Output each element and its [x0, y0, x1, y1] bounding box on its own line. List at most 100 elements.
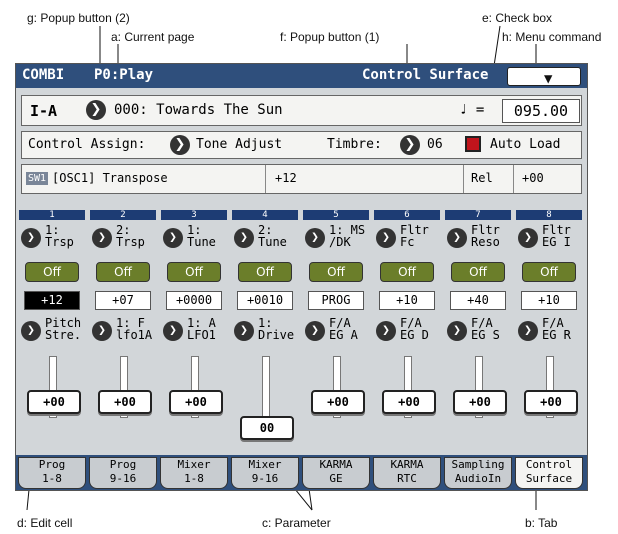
tab-1[interactable]: Prog 9-16 — [89, 457, 157, 489]
menu-command-button[interactable]: ▼ — [507, 67, 581, 87]
edit-cell[interactable]: +12 — [24, 291, 80, 310]
parameter-popup-button[interactable]: ❯ — [21, 321, 41, 341]
auto-load-label: Auto Load — [490, 137, 561, 152]
slider-knob[interactable]: +00 — [382, 390, 436, 414]
switch-button[interactable]: Off — [25, 262, 79, 282]
parameter-popup-button[interactable]: ❯ — [163, 321, 183, 341]
control-assign-label: Control Assign: — [28, 137, 146, 152]
parameter-line-2: EG S — [471, 328, 500, 342]
slider-knob[interactable]: +00 — [98, 390, 152, 414]
title-bar: COMBI P0:Play Control Surface ▼ — [16, 64, 587, 88]
bank-label: I-A — [30, 102, 58, 120]
timbre-popup-button[interactable]: ❯ — [400, 135, 420, 155]
value-cell[interactable]: +10 — [521, 291, 577, 310]
tab-6[interactable]: Sampling AudioIn — [444, 457, 512, 489]
info-param-name: [OSC1] Transpose — [52, 171, 168, 185]
tab-label-line-2: GE — [329, 472, 343, 485]
parameter-line-2: Trsp — [116, 235, 145, 249]
column-number: 8 — [516, 210, 582, 220]
tab-label-line-1: Control — [525, 458, 573, 471]
parameter-popup-button[interactable]: ❯ — [92, 321, 112, 341]
tab-bar: Prog 1-8 Prog 9-16 Mixer 1-8 Mixer 9-16 KARMA GE K… — [16, 455, 587, 490]
combi-screen: COMBI P0:Play Control Surface ▼ I-A ❯ 00… — [15, 63, 588, 491]
timbre-value: 06 — [427, 137, 443, 152]
tab-2[interactable]: Mixer 1-8 — [160, 457, 228, 489]
switch-button[interactable]: Off — [309, 262, 363, 282]
switch-button[interactable]: Off — [238, 262, 292, 282]
tab-4[interactable]: KARMA GE — [302, 457, 370, 489]
control-assign-value: Tone Adjust — [196, 137, 283, 152]
switch-button[interactable]: Off — [380, 262, 434, 282]
control-column: 8 ❯ Fltr EG I Off +10 ❯ F/A EG R +00 — [516, 210, 583, 466]
info-divider — [513, 165, 514, 193]
parameter-line-2: Fc — [400, 235, 415, 249]
parameter-popup-button[interactable]: ❯ — [518, 321, 538, 341]
info-divider — [265, 165, 266, 193]
tab-0[interactable]: Prog 1-8 — [18, 457, 86, 489]
switch-button[interactable]: Off — [96, 262, 150, 282]
mode-label: COMBI — [22, 67, 65, 83]
value-cell[interactable]: +10 — [379, 291, 435, 310]
tab-label-line-2: 9-16 — [109, 472, 137, 485]
tab-label-line-1: KARMA — [319, 458, 353, 471]
control-column: 6 ❯ Fltr Fc Off +10 ❯ F/A EG D +00 — [374, 210, 441, 466]
tab-3[interactable]: Mixer 9-16 — [231, 457, 299, 489]
slider-knob[interactable]: +00 — [453, 390, 507, 414]
switch-button[interactable]: Off — [167, 262, 221, 282]
switch-tag: SW1 — [26, 172, 49, 185]
parameter-popup-button[interactable]: ❯ — [518, 228, 538, 248]
parameter-popup-button[interactable]: ❯ — [234, 228, 254, 248]
parameter-popup-button[interactable]: ❯ — [92, 228, 112, 248]
column-number: 5 — [303, 210, 369, 220]
slider-knob[interactable]: +00 — [524, 390, 578, 414]
control-column: 4 ❯ 2: Tune Off +0010 ❯ 1: Drive 00 — [232, 210, 299, 466]
value-cell[interactable]: +0010 — [237, 291, 293, 310]
slider-knob[interactable]: 00 — [240, 416, 294, 440]
tab-label-line-2: 1-8 — [184, 472, 204, 485]
parameter-line-2: EG A — [329, 328, 358, 342]
tab-5[interactable]: KARMA RTC — [373, 457, 441, 489]
control-column: 7 ❯ Fltr Reso Off +40 ❯ F/A EG S +00 — [445, 210, 512, 466]
parameter-line-2: EG I — [542, 235, 571, 249]
tab-label-line-2: AudioIn — [454, 472, 502, 485]
parameter-popup-button[interactable]: ❯ — [376, 321, 396, 341]
tempo-label: ♩ = — [459, 102, 485, 118]
info-param-value: +12 — [275, 171, 297, 185]
control-column: 1 ❯ 1: Trsp Off +12 ❯ Pitch Stre. +00 — [19, 210, 86, 466]
control-assign-popup-button[interactable]: ❯ — [170, 135, 190, 155]
tab-label-line-2: Surface — [525, 472, 573, 485]
parameter-popup-button[interactable]: ❯ — [305, 228, 325, 248]
page-section-label: Control Surface — [362, 67, 489, 83]
chevron-down-icon: ▼ — [544, 71, 553, 87]
slider-knob[interactable]: +00 — [27, 390, 81, 414]
value-cell[interactable]: +0000 — [166, 291, 222, 310]
parameter-line-2: LFO1 — [187, 328, 216, 342]
parameter-popup-button[interactable]: ❯ — [234, 321, 254, 341]
auto-load-checkbox[interactable] — [465, 136, 481, 152]
slider-knob[interactable]: +00 — [311, 390, 365, 414]
current-page-label: P0:Play — [94, 67, 154, 83]
program-popup-button[interactable]: ❯ — [86, 100, 106, 120]
parameter-popup-button[interactable]: ❯ — [163, 228, 183, 248]
parameter-popup-button[interactable]: ❯ — [305, 321, 325, 341]
slider-track — [262, 356, 270, 418]
column-number: 4 — [232, 210, 298, 220]
control-column: 5 ❯ 1: MS/DK Off PROG ❯ F/A EG A +00 — [303, 210, 370, 466]
column-number: 3 — [161, 210, 227, 220]
switch-button[interactable]: Off — [451, 262, 505, 282]
program-name[interactable]: 000: Towards The Sun — [114, 102, 283, 118]
switch-button[interactable]: Off — [522, 262, 576, 282]
value-cell[interactable]: PROG — [308, 291, 364, 310]
value-cell[interactable]: +07 — [95, 291, 151, 310]
column-number: 7 — [445, 210, 511, 220]
parameter-line-2: Trsp — [45, 235, 74, 249]
tempo-value[interactable]: 095.00 — [502, 99, 580, 123]
value-cell[interactable]: +40 — [450, 291, 506, 310]
parameter-popup-button[interactable]: ❯ — [447, 228, 467, 248]
slider-knob[interactable]: +00 — [169, 390, 223, 414]
parameter-popup-button[interactable]: ❯ — [21, 228, 41, 248]
parameter-popup-button[interactable]: ❯ — [376, 228, 396, 248]
tab-7[interactable]: Control Surface — [515, 457, 583, 489]
tab-label-line-1: Mixer — [177, 458, 211, 471]
parameter-popup-button[interactable]: ❯ — [447, 321, 467, 341]
